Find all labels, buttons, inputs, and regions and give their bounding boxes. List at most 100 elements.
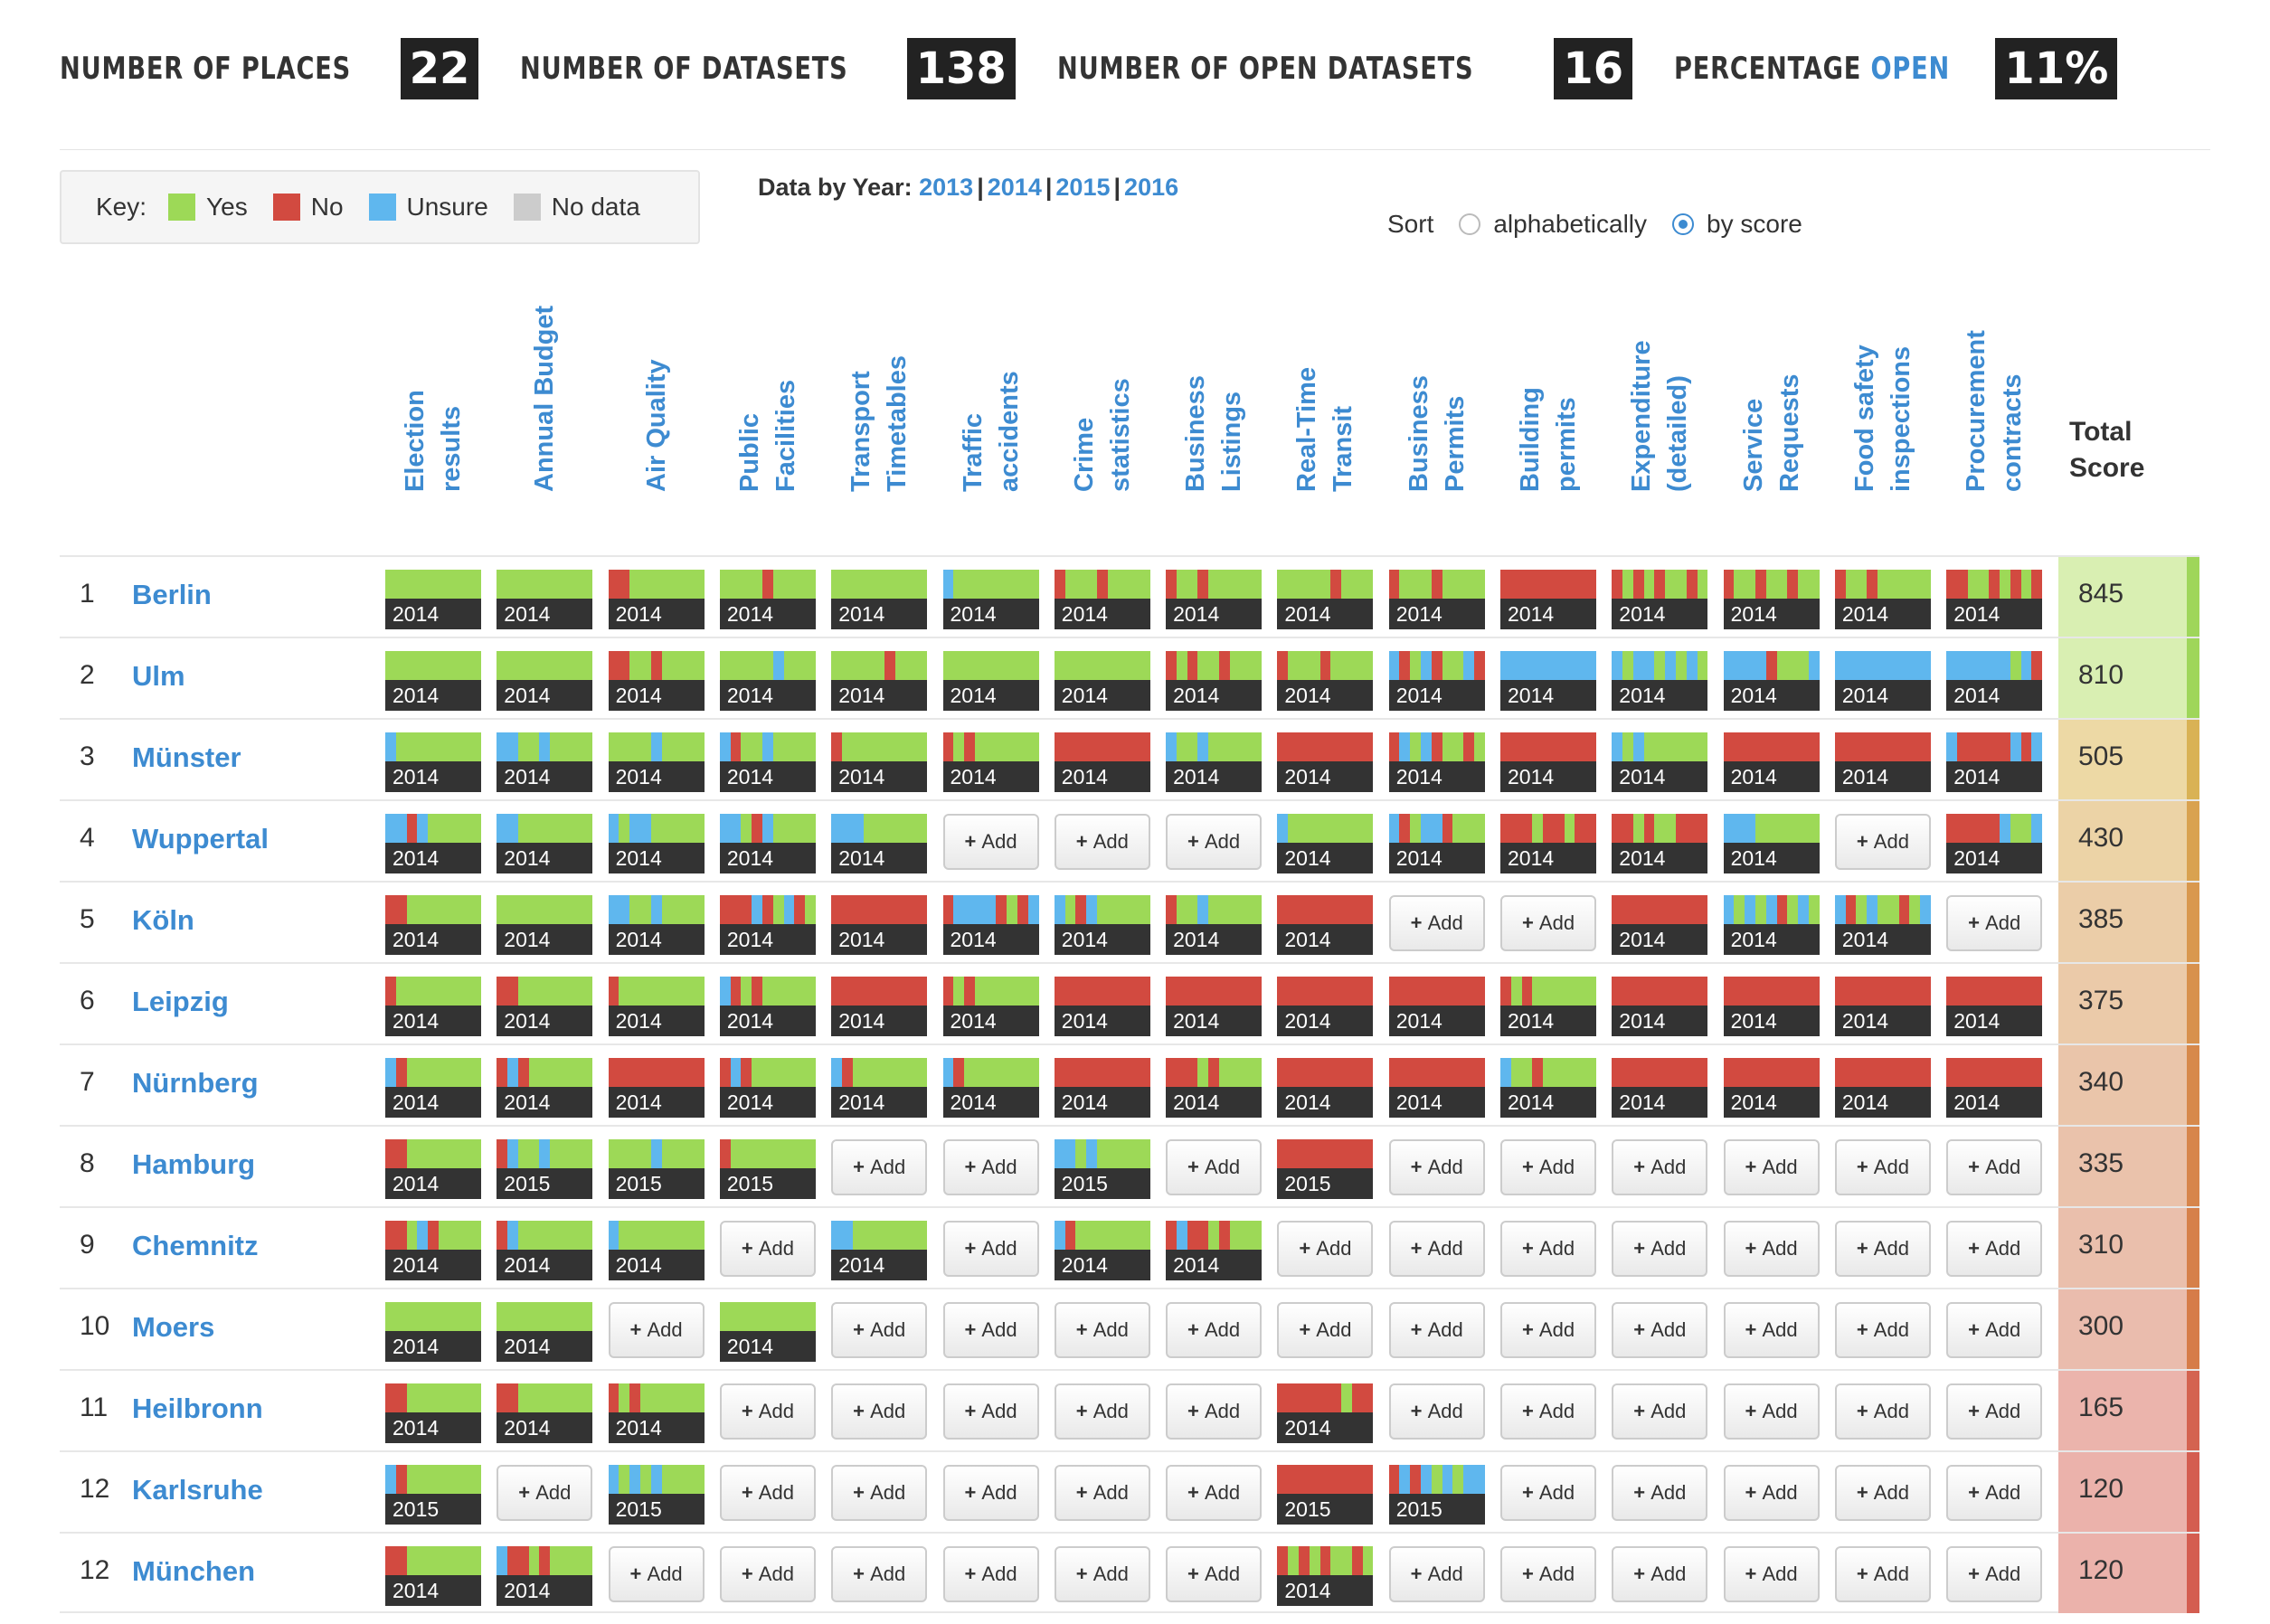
add-dataset-button[interactable]: Add [1166, 1383, 1263, 1440]
add-dataset-button[interactable]: Add [1054, 1546, 1150, 1602]
dataset-entry[interactable]: 2015 [608, 1139, 705, 1199]
add-dataset-button[interactable]: Add [831, 1465, 928, 1521]
dataset-entry[interactable]: 2014 [1166, 732, 1263, 792]
add-dataset-button[interactable]: Add [719, 1221, 816, 1277]
dataset-entry[interactable]: 2014 [719, 977, 816, 1036]
dataset-entry[interactable]: 2014 [497, 814, 593, 873]
dataset-entry[interactable]: 2014 [497, 570, 593, 629]
dataset-entry[interactable]: 2014 [608, 1221, 705, 1280]
add-dataset-button[interactable]: Add [1166, 814, 1263, 870]
dataset-entry[interactable]: 2014 [942, 732, 1039, 792]
column-header-label[interactable]: Expenditure (detailed) [1623, 304, 1696, 492]
add-dataset-button[interactable]: Add [1388, 1221, 1485, 1277]
column-header-label[interactable]: Annual Budget [526, 304, 563, 492]
add-dataset-button[interactable]: Add [719, 1465, 816, 1521]
column-header-label[interactable]: Crime statistics [1066, 304, 1139, 492]
dataset-entry[interactable]: 2014 [1834, 977, 1931, 1036]
dataset-entry[interactable]: 2014 [719, 1302, 816, 1362]
dataset-entry[interactable]: 2014 [1834, 732, 1931, 792]
dataset-entry[interactable]: 2014 [1277, 1383, 1374, 1443]
column-header[interactable]: Expenditure (detailed) [1612, 304, 1707, 492]
dataset-entry[interactable]: 2014 [1946, 1058, 2043, 1118]
dataset-entry[interactable]: 2014 [1946, 651, 2043, 711]
add-dataset-button[interactable]: Add [1612, 1383, 1708, 1440]
year-link-2016[interactable]: 2016 [1124, 174, 1178, 201]
dataset-entry[interactable]: 2014 [1834, 651, 1931, 711]
dataset-entry[interactable]: 2014 [497, 1058, 593, 1118]
add-dataset-button[interactable]: Add [1946, 1546, 2043, 1602]
column-header-label[interactable]: Election results [397, 304, 469, 492]
dataset-entry[interactable]: 2014 [608, 1058, 705, 1118]
dataset-entry[interactable]: 2015 [1277, 1465, 1374, 1525]
add-dataset-button[interactable]: Add [1834, 1139, 1931, 1195]
add-dataset-button[interactable]: Add [1612, 1139, 1708, 1195]
column-header-label[interactable]: Business Listings [1178, 304, 1250, 492]
dataset-entry[interactable]: 2014 [385, 651, 481, 711]
dataset-entry[interactable]: 2014 [1500, 977, 1596, 1036]
dataset-entry[interactable]: 2014 [1166, 651, 1263, 711]
dataset-entry[interactable]: 2014 [719, 732, 816, 792]
dataset-entry[interactable]: 2014 [1277, 1058, 1374, 1118]
dataset-entry[interactable]: 2014 [1054, 1221, 1150, 1280]
dataset-entry[interactable]: 2014 [719, 570, 816, 629]
dataset-entry[interactable]: 2014 [385, 1383, 481, 1443]
dataset-entry[interactable]: 2014 [497, 1221, 593, 1280]
column-header[interactable]: Business Listings [1166, 304, 1262, 492]
add-dataset-button[interactable]: Add [1946, 1465, 2043, 1521]
dataset-entry[interactable]: 2014 [608, 977, 705, 1036]
dataset-entry[interactable]: 2014 [942, 895, 1039, 955]
dataset-entry[interactable]: 2014 [1500, 814, 1596, 873]
dataset-entry[interactable]: 2015 [719, 1139, 816, 1199]
dataset-entry[interactable]: 2014 [942, 651, 1039, 711]
dataset-entry[interactable]: 2014 [1946, 977, 2043, 1036]
add-dataset-button[interactable]: Add [831, 1139, 928, 1195]
column-header[interactable]: Annual Budget [497, 304, 592, 492]
dataset-entry[interactable]: 2014 [1500, 1058, 1596, 1118]
dataset-entry[interactable]: 2014 [831, 651, 928, 711]
add-dataset-button[interactable]: Add [1500, 1302, 1596, 1358]
add-dataset-button[interactable]: Add [942, 814, 1039, 870]
add-dataset-button[interactable]: Add [831, 1302, 928, 1358]
dataset-entry[interactable]: 2014 [1054, 570, 1150, 629]
dataset-entry[interactable]: 2014 [497, 895, 593, 955]
dataset-entry[interactable]: 2014 [1388, 651, 1485, 711]
dataset-entry[interactable]: 2014 [831, 732, 928, 792]
sort-alphabetically-label[interactable]: alphabetically [1493, 210, 1647, 239]
add-dataset-button[interactable]: Add [1834, 1465, 1931, 1521]
add-dataset-button[interactable]: Add [1723, 1302, 1820, 1358]
add-dataset-button[interactable]: Add [1054, 814, 1150, 870]
add-dataset-button[interactable]: Add [1723, 1221, 1820, 1277]
add-dataset-button[interactable]: Add [1500, 1139, 1596, 1195]
add-dataset-button[interactable]: Add [1834, 1546, 1931, 1602]
add-dataset-button[interactable]: Add [1054, 1465, 1150, 1521]
add-dataset-button[interactable]: Add [1834, 1221, 1931, 1277]
place-link[interactable]: Nürnberg [132, 1067, 259, 1100]
sort-alphabetically-radio[interactable] [1459, 213, 1481, 235]
place-link[interactable]: Chemnitz [132, 1230, 259, 1262]
column-header-label[interactable]: Food safety inspections [1847, 304, 1919, 492]
add-dataset-button[interactable]: Add [1723, 1383, 1820, 1440]
dataset-entry[interactable]: 2014 [1612, 977, 1708, 1036]
dataset-entry[interactable]: 2014 [719, 814, 816, 873]
dataset-entry[interactable]: 2014 [385, 895, 481, 955]
add-dataset-button[interactable]: Add [942, 1465, 1039, 1521]
dataset-entry[interactable]: 2014 [1500, 570, 1596, 629]
dataset-entry[interactable]: 2014 [385, 814, 481, 873]
dataset-entry[interactable]: 2014 [497, 1302, 593, 1362]
column-header[interactable]: Real-Time Transit [1277, 304, 1373, 492]
dataset-entry[interactable]: 2014 [942, 1058, 1039, 1118]
add-dataset-button[interactable]: Add [1388, 1139, 1485, 1195]
add-dataset-button[interactable]: Add [831, 1383, 928, 1440]
dataset-entry[interactable]: 2014 [1834, 895, 1931, 955]
dataset-entry[interactable]: 2014 [1277, 732, 1374, 792]
year-link-2013[interactable]: 2013 [919, 174, 973, 201]
place-link[interactable]: Heilbronn [132, 1393, 263, 1425]
dataset-entry[interactable]: 2014 [719, 1058, 816, 1118]
column-header-label[interactable]: Procurement contracts [1958, 304, 2030, 492]
dataset-entry[interactable]: 2014 [497, 651, 593, 711]
add-dataset-button[interactable]: Add [1612, 1302, 1708, 1358]
dataset-entry[interactable]: 2014 [385, 1139, 481, 1199]
dataset-entry[interactable]: 2014 [1946, 570, 2043, 629]
dataset-entry[interactable]: 2014 [1834, 1058, 1931, 1118]
dataset-entry[interactable]: 2014 [608, 732, 705, 792]
